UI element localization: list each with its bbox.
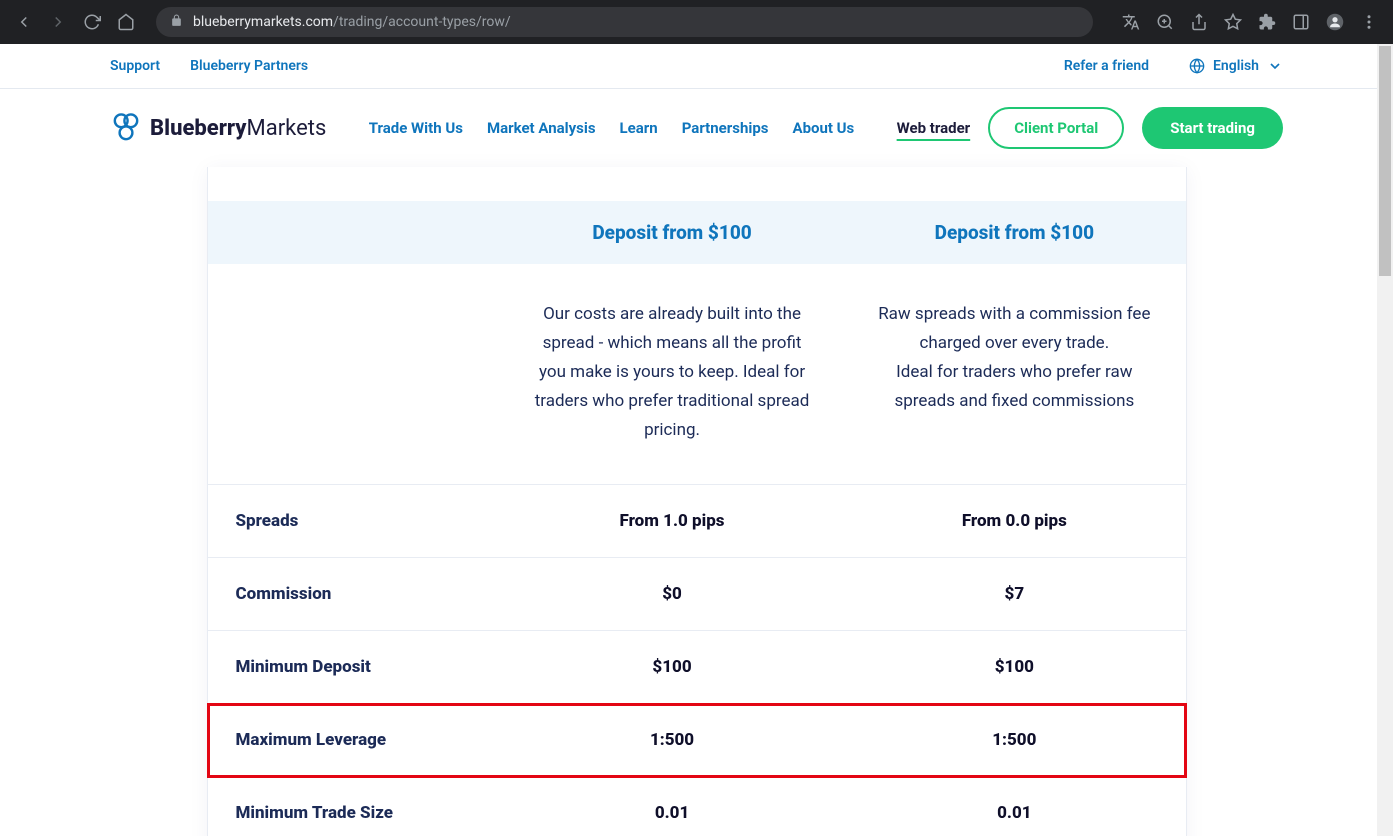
nav-learn[interactable]: Learn: [620, 119, 658, 137]
row-val-b: $100: [843, 657, 1185, 677]
scrollbar-thumb[interactable]: [1379, 46, 1391, 276]
row-label: Maximum Leverage: [208, 730, 501, 750]
table-row: Minimum Trade Size 0.01 0.01: [208, 777, 1186, 836]
row-label: Commission: [208, 584, 501, 604]
row-val-b: 0.01: [843, 803, 1185, 823]
row-label: Spreads: [208, 511, 501, 531]
start-trading-button[interactable]: Start trading: [1142, 107, 1283, 149]
share-icon[interactable]: [1185, 8, 1213, 36]
table-row: Spreads From 1.0 pips From 0.0 pips: [208, 485, 1186, 558]
side-panel-icon[interactable]: [1287, 8, 1315, 36]
menu-icon[interactable]: [1355, 8, 1383, 36]
row-label: Minimum Deposit: [208, 657, 501, 677]
header-nav: BlueberryMarkets Trade With Us Market An…: [0, 89, 1393, 167]
comparison-table: Deposit from $100 Deposit from $100 Our …: [207, 167, 1187, 836]
url-domain: blueberrymarkets.com: [193, 14, 333, 30]
desc-col-b: Raw spreads with a commission fee charge…: [843, 300, 1185, 444]
deposit-col-b: Deposit from $100: [843, 221, 1185, 244]
forward-button[interactable]: [44, 8, 72, 36]
row-val-a: From 1.0 pips: [501, 511, 843, 531]
logo-text: BlueberryMarkets: [150, 116, 326, 141]
nav-trade[interactable]: Trade With Us: [369, 119, 463, 137]
row-val-a: $100: [501, 657, 843, 677]
row-val-b: 1:500: [843, 730, 1185, 750]
reload-button[interactable]: [78, 8, 106, 36]
client-portal-button[interactable]: Client Portal: [988, 107, 1124, 149]
row-label: Minimum Trade Size: [208, 803, 501, 823]
row-val-a: 1:500: [501, 730, 843, 750]
lock-icon: [170, 14, 183, 31]
topbar: Support Blueberry Partners Refer a frien…: [0, 44, 1393, 89]
nav-about[interactable]: About Us: [792, 119, 854, 137]
row-val-a: 0.01: [501, 803, 843, 823]
table-row-highlighted: Maximum Leverage 1:500 1:500: [208, 704, 1186, 777]
browser-toolbar: blueberrymarkets.com/trading/account-typ…: [0, 0, 1393, 44]
scrollbar[interactable]: ▲: [1377, 44, 1393, 836]
logo-icon: [110, 112, 142, 144]
nav-partnerships[interactable]: Partnerships: [682, 119, 769, 137]
extensions-icon[interactable]: [1253, 8, 1281, 36]
globe-icon: [1189, 58, 1205, 74]
row-val-b: $7: [843, 584, 1185, 604]
refer-friend-link[interactable]: Refer a friend: [1064, 58, 1149, 74]
desc-col-a: Our costs are already built into the spr…: [501, 300, 843, 444]
url-path: /trading/account-types/row/: [333, 14, 511, 30]
description-row: Our costs are already built into the spr…: [208, 264, 1186, 485]
url-bar[interactable]: blueberrymarkets.com/trading/account-typ…: [156, 7, 1093, 37]
zoom-icon[interactable]: [1151, 8, 1179, 36]
table-row: Commission $0 $7: [208, 558, 1186, 631]
row-val-a: $0: [501, 584, 843, 604]
logo[interactable]: BlueberryMarkets: [110, 112, 326, 144]
chevron-down-icon: [1267, 58, 1283, 74]
partners-link[interactable]: Blueberry Partners: [190, 58, 308, 74]
row-val-b: From 0.0 pips: [843, 511, 1185, 531]
deposit-col-a: Deposit from $100: [501, 221, 843, 244]
profile-icon[interactable]: [1321, 8, 1349, 36]
page-viewport: ▲ Support Blueberry Partners Refer a fri…: [0, 44, 1393, 836]
back-button[interactable]: [10, 8, 38, 36]
table-row: Minimum Deposit $100 $100: [208, 631, 1186, 704]
language-selector[interactable]: English: [1189, 58, 1283, 74]
translate-icon[interactable]: [1117, 8, 1145, 36]
language-label: English: [1213, 58, 1259, 74]
web-trader-link[interactable]: Web trader: [897, 119, 971, 137]
nav-analysis[interactable]: Market Analysis: [487, 119, 596, 137]
support-link[interactable]: Support: [110, 58, 160, 74]
bookmark-icon[interactable]: [1219, 8, 1247, 36]
home-button[interactable]: [112, 8, 140, 36]
deposit-row: Deposit from $100 Deposit from $100: [208, 201, 1186, 264]
